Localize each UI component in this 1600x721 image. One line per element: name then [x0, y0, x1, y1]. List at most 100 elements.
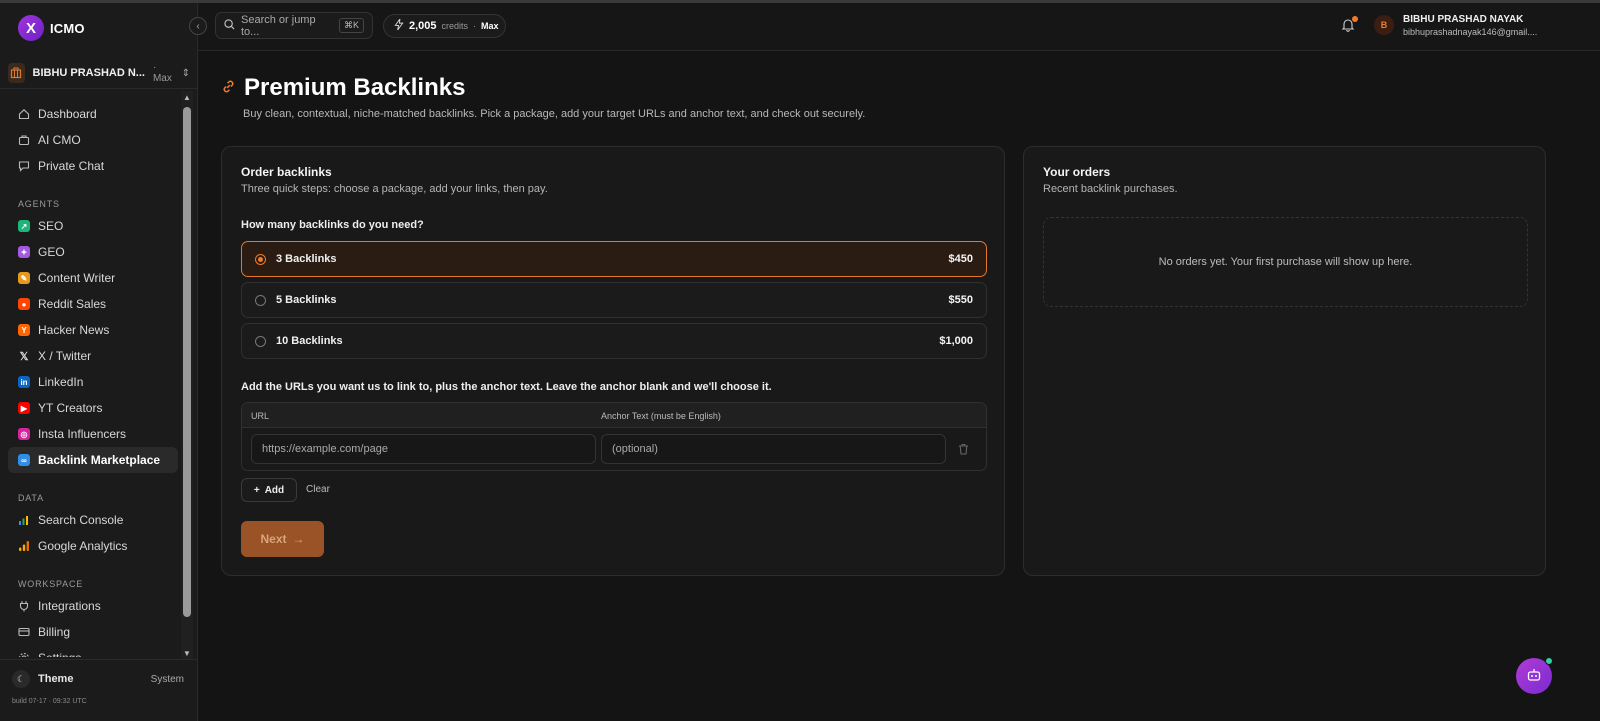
radio-button[interactable] — [255, 253, 266, 265]
user-name: BIBHU PRASHAD NAYAK — [1403, 14, 1524, 25]
sidebar-item-seo[interactable]: ↗ SEO — [8, 213, 178, 239]
order-card-title: Order backlinks — [241, 165, 332, 179]
sidebar-item-google-analytics[interactable]: Google Analytics — [8, 533, 178, 559]
sidebar-item-search-console[interactable]: Search Console — [8, 507, 178, 533]
package-option-3[interactable]: 3 Backlinks $450 — [241, 241, 987, 277]
clear-button[interactable]: Clear — [306, 484, 330, 495]
package-price: $450 — [948, 253, 973, 265]
sidebar-footer: ☾ Theme System build 07-17 · 09:32 UTC — [0, 659, 197, 721]
notification-dot — [1352, 16, 1358, 22]
youtube-icon: ▶ — [18, 402, 30, 414]
credits-badge[interactable]: 2,005 credits · Max — [383, 14, 506, 38]
collapse-sidebar-button[interactable]: ‹ — [189, 17, 207, 35]
sidebar-item-hacker-news[interactable]: Y Hacker News — [8, 317, 178, 343]
sidebar-item-linkedin[interactable]: in LinkedIn — [8, 369, 178, 395]
plus-icon: + — [253, 484, 260, 496]
building-icon — [8, 63, 25, 83]
url-table-header: URL Anchor Text (must be English) — [242, 403, 986, 428]
sidebar-item-geo[interactable]: ✦ GEO — [8, 239, 178, 265]
scrollbar-thumb[interactable] — [183, 107, 191, 617]
search-icon — [224, 18, 235, 33]
page-header: Premium Backlinks — [221, 74, 465, 102]
nav-section-title: AGENTS — [18, 199, 60, 209]
scroll-up-arrow-icon[interactable]: ▲ — [181, 91, 193, 103]
sidebar-item-ai-cmo[interactable]: AI CMO — [8, 127, 178, 153]
column-header-anchor: Anchor Text (must be English) — [601, 411, 721, 421]
user-menu[interactable]: BIBHU PRASHAD NAYAK bibhuprashadnayak146… — [1403, 14, 1553, 37]
package-price: $550 — [948, 294, 973, 306]
sidebar: X ICMO BIBHU PRASHAD N... · Max ⇕ Dashbo… — [0, 3, 198, 721]
sidebar-item-integrations[interactable]: Integrations — [8, 593, 178, 619]
search-shortcut: ⌘K — [338, 18, 364, 33]
page-subtitle: Buy clean, contextual, niche-matched bac… — [243, 108, 866, 120]
credits-label: credits — [441, 21, 469, 31]
workspace-switcher[interactable]: BIBHU PRASHAD N... · Max ⇕ — [8, 61, 190, 85]
package-name: 3 Backlinks — [276, 253, 337, 265]
package-option-10[interactable]: 10 Backlinks $1,000 — [241, 323, 987, 359]
next-button[interactable]: Next → — [241, 521, 324, 557]
online-status-dot — [1545, 657, 1553, 665]
add-label: Add — [264, 484, 285, 496]
sidebar-item-x-twitter[interactable]: 𝕏 X / Twitter — [8, 343, 178, 369]
geo-icon: ✦ — [18, 246, 30, 258]
chat-icon — [18, 160, 30, 172]
url-input[interactable]: https://example.com/page — [251, 434, 596, 464]
sidebar-item-settings[interactable]: Settings — [8, 645, 178, 657]
scroll-down-arrow-icon[interactable]: ▼ — [181, 647, 193, 659]
search-console-icon — [18, 514, 30, 526]
nav-section-title: DATA — [18, 493, 44, 503]
url-table: URL Anchor Text (must be English) https:… — [241, 402, 987, 471]
sidebar-item-label: Insta Influencers — [38, 427, 127, 441]
order-card: Order backlinks Three quick steps: choos… — [221, 146, 1005, 576]
sidebar-item-label: SEO — [38, 219, 64, 233]
chevron-updown-icon: ⇕ — [181, 67, 190, 79]
sidebar-item-label: Backlink Marketplace — [38, 453, 161, 467]
robot-icon — [1526, 667, 1542, 686]
sidebar-item-insta-influencers[interactable]: ◎ Insta Influencers — [8, 421, 178, 447]
sidebar-item-reddit-sales[interactable]: ● Reddit Sales — [8, 291, 178, 317]
credits-separator: · — [473, 21, 477, 31]
radio-button[interactable] — [255, 294, 266, 306]
sidebar-item-dashboard[interactable]: Dashboard — [8, 101, 178, 127]
workspace-plan: · Max — [152, 62, 172, 84]
lightning-icon — [394, 17, 404, 33]
arrow-right-icon: → — [292, 532, 305, 546]
search-input[interactable]: Search or jump to... ⌘K — [215, 12, 373, 39]
urls-instructions: Add the URLs you want us to link to, plu… — [241, 381, 772, 393]
app-logo: X — [18, 15, 44, 41]
sidebar-item-label: Search Console — [38, 513, 124, 527]
sidebar-item-backlink-marketplace[interactable]: ∞ Backlink Marketplace — [8, 447, 178, 473]
package-option-5[interactable]: 5 Backlinks $550 — [241, 282, 987, 318]
sidebar-item-yt-creators[interactable]: ▶ YT Creators — [8, 395, 178, 421]
sidebar-item-label: LinkedIn — [38, 375, 84, 389]
home-icon — [18, 108, 30, 120]
google-analytics-icon — [18, 540, 30, 552]
trash-icon[interactable] — [958, 443, 969, 458]
build-info: build 07-17 · 09:32 UTC — [12, 698, 87, 705]
brand[interactable]: X ICMO — [18, 15, 85, 41]
theme-toggle[interactable]: ☾ Theme System — [12, 670, 184, 688]
sidebar-item-private-chat[interactable]: Private Chat — [8, 153, 178, 179]
linkedin-icon: in — [18, 376, 30, 388]
sidebar-scrollbar[interactable]: ▲ ▼ — [181, 91, 193, 659]
sidebar-item-content-writer[interactable]: ✎ Content Writer — [8, 265, 178, 291]
plug-icon — [18, 600, 30, 612]
sidebar-item-label: Settings — [38, 651, 81, 657]
instagram-icon: ◎ — [18, 428, 30, 440]
sidebar-item-billing[interactable]: Billing — [8, 619, 178, 645]
x-twitter-icon: 𝕏 — [19, 350, 29, 363]
radio-button[interactable] — [255, 335, 266, 347]
anchor-text-input[interactable]: (optional) — [601, 434, 946, 464]
chevron-left-icon: ‹ — [196, 20, 200, 32]
sidebar-item-label: Google Analytics — [38, 539, 128, 553]
credits-value: 2,005 — [409, 20, 437, 32]
app-name: ICMO — [50, 20, 85, 36]
avatar[interactable]: B — [1374, 15, 1394, 35]
nav-section-title: WORKSPACE — [18, 579, 84, 589]
package-price: $1,000 — [939, 335, 973, 347]
column-header-url: URL — [251, 411, 270, 421]
add-url-button[interactable]: + Add — [241, 478, 297, 502]
sidebar-item-label: Reddit Sales — [38, 297, 107, 311]
orders-card-subtitle: Recent backlink purchases. — [1043, 183, 1178, 195]
search-placeholder: Search or jump to... — [241, 13, 316, 38]
